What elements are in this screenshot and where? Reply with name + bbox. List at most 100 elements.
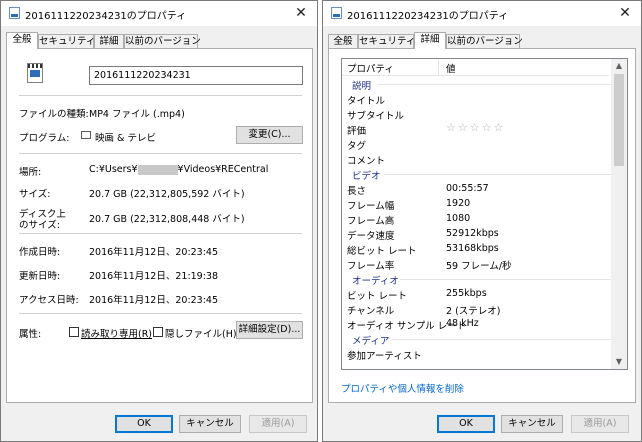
tab-previous-versions[interactable]: 以前のバージョン xyxy=(124,34,201,48)
movies-tv-app-icon xyxy=(81,131,91,139)
disk-size-label-line2: のサイズ: xyxy=(19,220,60,231)
list-item[interactable]: フレーム幅 xyxy=(347,198,394,212)
location-suffix: ¥Videos¥RECentral xyxy=(177,164,269,175)
group-divider xyxy=(392,339,617,340)
properties-window-details: 20161112202342​31のプロパティ ✕ 全般 セキュリティ 詳細 以… xyxy=(322,0,642,442)
tab-details[interactable]: 詳細 xyxy=(94,34,124,48)
scroll-down-arrow-icon[interactable]: ▼ xyxy=(611,355,627,369)
list-item[interactable]: チャンネル xyxy=(347,303,394,317)
apply-button[interactable]: 適用(A) xyxy=(571,415,629,433)
group-media[interactable]: メディア xyxy=(352,333,389,347)
apply-button[interactable]: 適用(A) xyxy=(249,415,307,433)
vertical-scrollbar[interactable]: ▲ ▼ xyxy=(611,59,627,369)
scrollbar-thumb[interactable] xyxy=(614,74,624,166)
cancel-button[interactable]: キャンセル xyxy=(179,415,241,433)
list-item[interactable]: 長さ xyxy=(347,183,366,197)
advanced-attributes-button[interactable]: 詳細設定(D)... xyxy=(236,321,303,339)
program-label: プログラム: xyxy=(19,133,70,144)
list-item-value: 48 kHz xyxy=(446,318,479,329)
list-item-value: 59 フレーム/秒 xyxy=(446,261,512,272)
close-button[interactable]: ✕ xyxy=(293,5,309,21)
tab-general[interactable]: 全般 xyxy=(328,34,358,48)
group-divider xyxy=(400,279,617,280)
accessed-label: アクセス日時: xyxy=(19,295,79,306)
list-item[interactable]: 総ビット レート xyxy=(347,243,417,257)
program-value: 映画 & テレビ xyxy=(95,133,156,144)
location-value[interactable]: C:¥Users¥ ¥Videos¥RECentral xyxy=(89,164,268,175)
remove-properties-link[interactable]: プロパティや個人情報を削除 xyxy=(341,381,464,395)
group-audio[interactable]: オーディオ xyxy=(352,273,399,287)
file-type-value: MP4 ファイル (.mp4) xyxy=(89,109,185,120)
details-panel: プロパティ 値 説明 タイトル サブタイトル 評価 ☆☆☆☆☆ タグ コメント … xyxy=(328,48,636,403)
list-item[interactable]: タグ xyxy=(347,138,366,152)
column-separator xyxy=(438,59,439,75)
list-item-value: 52912kbps xyxy=(446,228,499,239)
video-file-icon xyxy=(331,7,342,19)
column-header-value[interactable]: 値 xyxy=(446,61,456,75)
readonly-checkbox[interactable] xyxy=(69,327,79,337)
list-item-value: 00:55:57 xyxy=(446,183,489,194)
tab-security[interactable]: セキュリティ xyxy=(38,34,95,48)
tab-previous-versions[interactable]: 以前のバージョン xyxy=(446,34,523,48)
group-description[interactable]: 説明 xyxy=(352,78,371,92)
redacted-username xyxy=(137,164,178,175)
ok-button[interactable]: OK xyxy=(437,415,495,433)
column-header-property[interactable]: プロパティ xyxy=(347,61,394,75)
location-label: 場所: xyxy=(19,167,42,178)
attributes-label: 属性: xyxy=(19,329,42,340)
created-value: 2016年11月12日、20:23:45 xyxy=(89,247,219,258)
list-item[interactable]: ビット レート xyxy=(347,288,407,302)
list-item-value: 53168kbps xyxy=(446,243,499,254)
change-program-button[interactable]: 変更(C)... xyxy=(236,126,303,144)
tab-security[interactable]: セキュリティ xyxy=(358,34,415,48)
property-list[interactable]: プロパティ 値 説明 タイトル サブタイトル 評価 ☆☆☆☆☆ タグ コメント … xyxy=(341,58,628,370)
close-button[interactable]: ✕ xyxy=(617,5,633,21)
rating-stars[interactable]: ☆☆☆☆☆ xyxy=(446,121,505,134)
list-item[interactable]: サブタイトル xyxy=(347,108,404,122)
hidden-label[interactable]: 隠しファイル(H) xyxy=(165,326,237,340)
divider xyxy=(19,95,302,96)
group-divider xyxy=(378,84,617,85)
created-label: 作成日時: xyxy=(19,247,61,258)
title-bar[interactable]: 20161112202342​31のプロパティ ✕ xyxy=(323,1,641,26)
list-header: プロパティ 値 xyxy=(342,59,609,76)
list-item-value: 1920 xyxy=(446,198,471,209)
group-divider xyxy=(384,174,617,175)
title-bar[interactable]: 20161112202342​31のプロパティ ✕ xyxy=(1,1,317,26)
readonly-label[interactable]: 読み取り専用(R) xyxy=(81,326,152,340)
list-item-value: 2 (ステレオ) xyxy=(446,306,501,317)
list-item[interactable]: フレーム高 xyxy=(347,213,394,227)
list-item[interactable]: コメント xyxy=(347,153,385,167)
list-item-value: 1080 xyxy=(446,213,471,224)
size-label: サイズ: xyxy=(19,189,51,200)
disk-size-value: 20.7 GB (22,312,808,448 バイト) xyxy=(89,214,245,225)
video-file-icon xyxy=(9,7,20,19)
location-prefix: C:¥Users¥ xyxy=(89,164,138,175)
window-title: 20161112202342​31のプロパティ xyxy=(347,11,509,22)
list-item[interactable]: データ速度 xyxy=(347,228,395,242)
divider xyxy=(19,153,302,154)
cancel-button[interactable]: キャンセル xyxy=(501,415,563,433)
modified-label: 更新日時: xyxy=(19,271,61,282)
group-video[interactable]: ビデオ xyxy=(352,168,381,182)
list-item[interactable]: フレーム率 xyxy=(347,258,394,272)
file-name-field[interactable]: 20161112202342​31 xyxy=(89,66,303,85)
modified-value: 2016年11月12日、21:19:38 xyxy=(89,271,219,282)
divider xyxy=(19,313,302,314)
divider xyxy=(19,233,302,234)
scroll-up-arrow-icon[interactable]: ▲ xyxy=(611,59,627,73)
tab-details[interactable]: 詳細 xyxy=(414,32,446,49)
accessed-value: 2016年11月12日、20:23:45 xyxy=(89,295,219,306)
list-item[interactable]: タイトル xyxy=(347,93,385,107)
list-item[interactable]: 評価 xyxy=(347,123,366,137)
hidden-checkbox[interactable] xyxy=(153,327,163,337)
mp4-file-icon xyxy=(27,63,43,83)
size-value: 20.7 GB (22,312,805,592 バイト) xyxy=(89,189,245,200)
file-type-label: ファイルの種類: xyxy=(19,109,89,120)
tab-general[interactable]: 全般 xyxy=(6,32,38,49)
list-item-value: 255kbps xyxy=(446,288,487,299)
general-panel: 20161112202342​31 ファイルの種類: MP4 ファイル (.mp… xyxy=(6,48,313,403)
ok-button[interactable]: OK xyxy=(115,415,173,433)
properties-window-general: 20161112202342​31のプロパティ ✕ 全般 セキュリティ 詳細 以… xyxy=(0,0,318,442)
list-item[interactable]: 参加アーティスト xyxy=(347,348,422,362)
